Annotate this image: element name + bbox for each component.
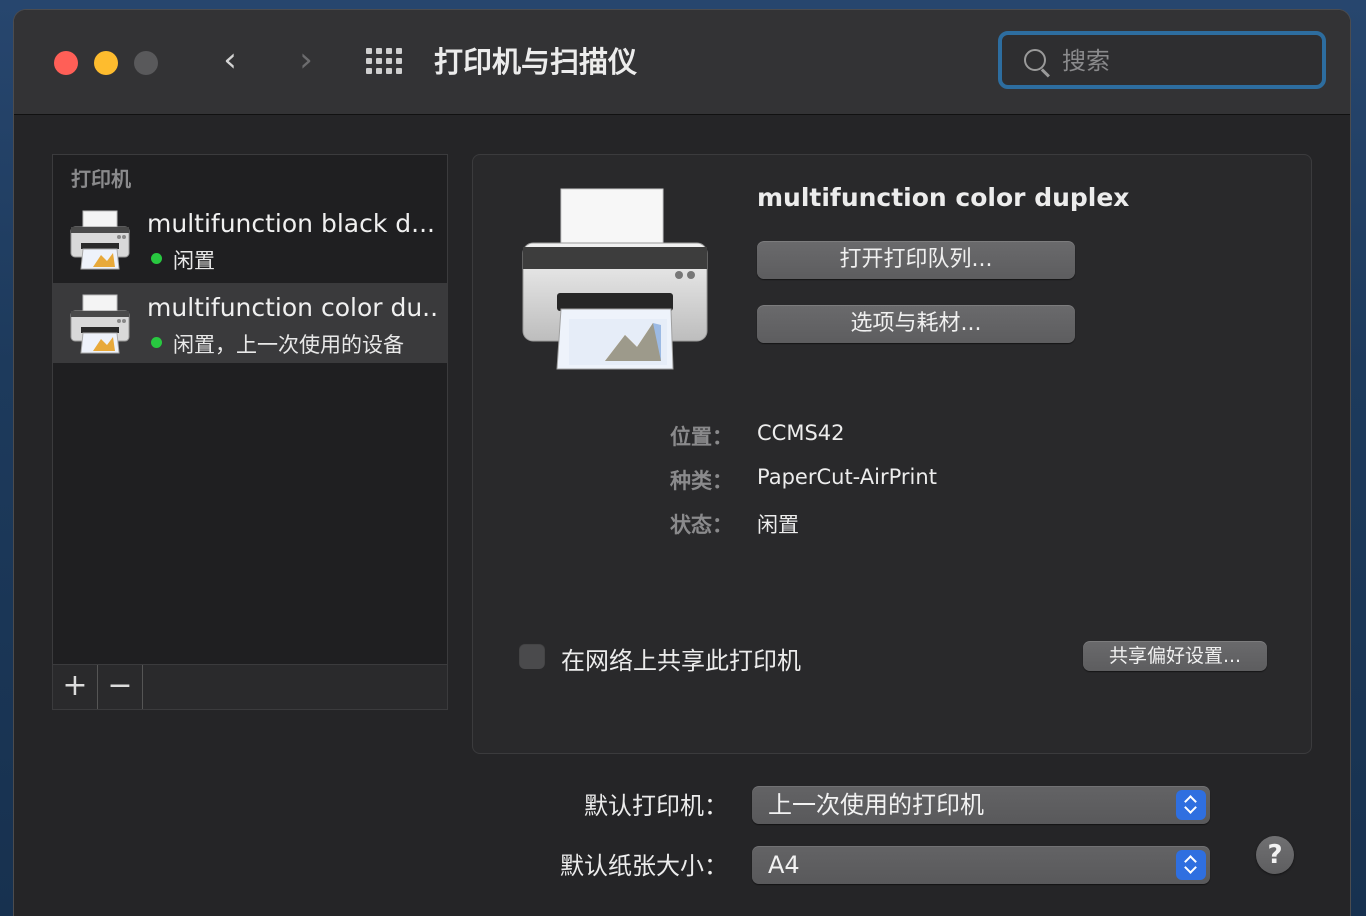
location-label: 位置：	[670, 425, 733, 449]
default-printer-value: 上一次使用的打印机	[768, 791, 984, 819]
kind-value: PaperCut-AirPrint	[757, 465, 937, 489]
updown-chevron-icon	[1176, 850, 1206, 880]
back-chevron-icon[interactable]: ‹	[212, 40, 248, 80]
open-print-queue-button[interactable]: 打开打印队列...	[757, 241, 1075, 279]
window-title: 打印机与扫描仪	[434, 45, 638, 79]
kind-label: 种类：	[670, 469, 733, 493]
printer-title: multifunction color duplex	[757, 183, 1130, 212]
printer-list-header: 打印机	[71, 167, 131, 191]
status-value: 闲置	[757, 513, 799, 537]
status-idle-dot-icon	[151, 337, 162, 348]
printer-icon	[70, 294, 130, 354]
printer-status: 闲置	[173, 249, 215, 273]
sharing-preferences-button[interactable]: 共享偏好设置...	[1083, 641, 1267, 671]
title-bar: ‹ › 打印机与扫描仪	[14, 10, 1350, 115]
system-preferences-window: ‹ › 打印机与扫描仪 打印机 multifunction b	[14, 10, 1350, 916]
printer-name: multifunction color du...	[147, 293, 437, 322]
close-button[interactable]	[54, 51, 78, 75]
default-printer-popup[interactable]: 上一次使用的打印机	[752, 786, 1210, 824]
share-printer-checkbox[interactable]	[519, 643, 545, 669]
default-printer-label: 默认打印机：	[584, 792, 728, 820]
zoom-button[interactable]	[134, 51, 158, 75]
printer-status: 闲置，上一次使用的设备	[173, 333, 404, 357]
forward-chevron-icon[interactable]: ›	[288, 40, 324, 80]
printer-row-color[interactable]: multifunction color du... 闲置，上一次使用的设备	[53, 283, 447, 363]
printer-list: 打印机 multifunction black d... 闲置 multifun…	[52, 154, 448, 710]
show-all-grid-icon[interactable]	[366, 48, 406, 78]
default-paper-popup[interactable]: A4	[752, 846, 1210, 884]
default-paper-value: A4	[768, 851, 800, 879]
minimize-button[interactable]	[94, 51, 118, 75]
status-label: 状态：	[670, 513, 733, 537]
printer-detail-panel: multifunction color duplex 打开打印队列... 选项与…	[472, 154, 1312, 754]
search-input[interactable]	[1060, 41, 1314, 81]
printer-large-icon	[522, 188, 708, 370]
printer-list-footer: + −	[53, 664, 447, 709]
printer-name: multifunction black d...	[147, 209, 435, 238]
share-printer-label[interactable]: 在网络上共享此打印机	[561, 641, 801, 676]
remove-printer-button[interactable]: −	[98, 665, 143, 709]
help-button[interactable]: ?	[1256, 836, 1294, 874]
options-supplies-button[interactable]: 选项与耗材...	[757, 305, 1075, 343]
printer-icon	[70, 210, 130, 270]
printer-row-black[interactable]: multifunction black d... 闲置	[53, 199, 447, 279]
updown-chevron-icon	[1176, 790, 1206, 820]
status-idle-dot-icon	[151, 253, 162, 264]
search-field[interactable]	[998, 31, 1326, 89]
add-printer-button[interactable]: +	[53, 665, 98, 709]
default-paper-label: 默认纸张大小：	[560, 852, 728, 880]
location-value: CCMS42	[757, 421, 845, 445]
magnifier-icon	[1024, 49, 1046, 71]
